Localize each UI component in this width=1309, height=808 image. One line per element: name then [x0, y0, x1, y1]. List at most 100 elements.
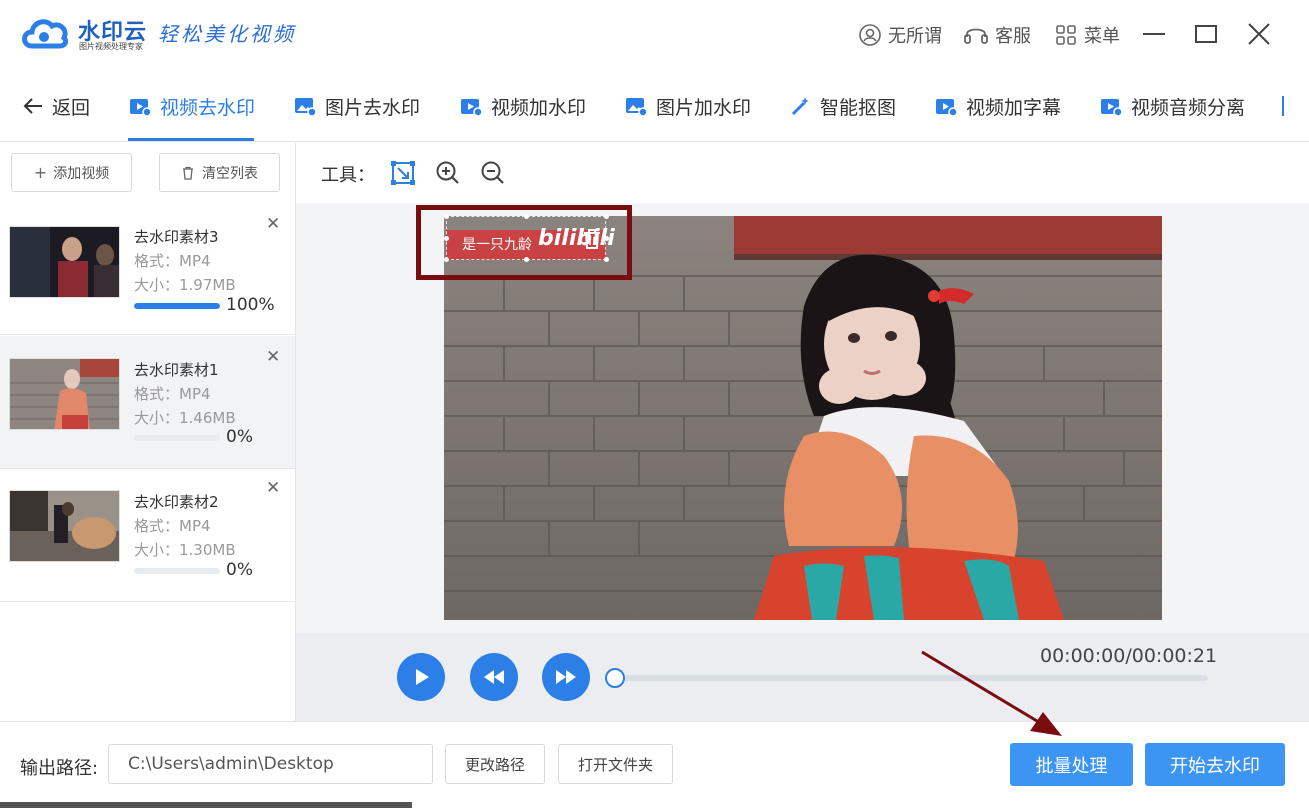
title-bar: 水印云 图片视频处理专家 轻松美化视频 无所谓 客服 菜单: [0, 0, 1309, 70]
maximize-button[interactable]: [1192, 20, 1220, 48]
file-progress-percent: 0%: [226, 427, 253, 447]
clear-list-button[interactable]: 清空列表: [159, 153, 280, 192]
resize-handle[interactable]: [604, 236, 609, 241]
video-thumbnail: [9, 358, 120, 430]
cloud-logo-icon: [22, 19, 69, 49]
zoom-in-icon: [436, 161, 459, 184]
trash-icon: [183, 166, 193, 180]
file-list-panel: + 添加视频 清空列表 去水印素材3 格式：MP4 大小：1.97MB 100%…: [0, 143, 296, 721]
resize-handle[interactable]: [444, 236, 449, 241]
resize-handle[interactable]: [604, 214, 609, 219]
file-format: 格式：MP4: [134, 385, 211, 403]
tab-smart-cutout[interactable]: 智能抠图: [790, 70, 896, 142]
tab-audio-separation[interactable]: 视频音频分离: [1099, 70, 1245, 142]
back-label: 返回: [52, 96, 91, 119]
tab-label: 视频音频分离: [1131, 96, 1246, 119]
subtitle-icon: [936, 99, 958, 117]
change-path-button[interactable]: 更改路径: [445, 744, 545, 784]
rewind-icon: [484, 670, 504, 684]
arrow-left-icon: [23, 98, 42, 114]
customer-service-button[interactable]: 客服: [963, 22, 1031, 48]
remove-file-button[interactable]: ✕: [266, 214, 280, 234]
output-path-label: 输出路径:: [20, 758, 99, 779]
file-size: 大小：1.30MB: [134, 541, 236, 559]
resize-handle[interactable]: [604, 257, 609, 262]
player-controls: 00:00:00/00:00:21: [296, 633, 1309, 721]
file-name: 去水印素材2: [134, 493, 219, 511]
slogan: 轻松美化视频: [158, 22, 296, 46]
zoom-out-button[interactable]: [479, 159, 507, 187]
menu-button[interactable]: 菜单: [1054, 22, 1120, 48]
add-video-button[interactable]: + 添加视频: [11, 153, 132, 192]
trash-icon: [584, 229, 600, 249]
output-path-field[interactable]: C:\Users\admin\Desktop: [108, 744, 433, 784]
tab-video-add-watermark[interactable]: 视频加水印: [459, 70, 586, 142]
tab-label: 视频加水印: [491, 96, 587, 119]
add-video-label: 添加视频: [53, 165, 110, 182]
resize-handle[interactable]: [444, 257, 449, 262]
select-area-tool[interactable]: [389, 159, 417, 187]
remove-file-button[interactable]: ✕: [266, 347, 280, 367]
play-button[interactable]: [397, 653, 445, 701]
tab-video-remove-watermark[interactable]: 视频去水印: [128, 70, 255, 142]
minimize-button[interactable]: [1140, 20, 1168, 48]
file-name: 去水印素材3: [134, 228, 219, 246]
minimize-icon: [1143, 33, 1165, 35]
zoom-in-button[interactable]: [434, 159, 462, 187]
file-list-item[interactable]: 去水印素材3 格式：MP4 大小：1.97MB 100% ✕: [0, 202, 295, 335]
resize-handle[interactable]: [524, 214, 529, 219]
tab-label: 智能抠图: [820, 96, 897, 119]
file-size: 大小：1.97MB: [134, 276, 236, 294]
image-icon: [295, 98, 317, 117]
user-label: 无所谓: [888, 26, 942, 47]
remove-file-button[interactable]: ✕: [266, 478, 280, 498]
maximize-icon: [1195, 25, 1217, 43]
file-size: 大小：1.46MB: [134, 409, 236, 427]
file-name: 去水印素材1: [134, 361, 219, 379]
menu-label: 菜单: [1084, 26, 1120, 47]
image-add-icon: [626, 98, 648, 117]
tab-label: 视频去水印: [160, 96, 256, 119]
close-window-button[interactable]: [1245, 20, 1273, 48]
zoom-out-icon: [481, 161, 504, 184]
service-label: 客服: [995, 26, 1031, 47]
watermark-text: 是一只九龄: [462, 237, 532, 253]
batch-process-button[interactable]: 批量处理: [1010, 743, 1133, 786]
start-remove-watermark-button[interactable]: 开始去水印: [1145, 743, 1285, 786]
video-thumbnail: [9, 226, 120, 298]
headset-icon: [964, 28, 988, 44]
plus-icon: +: [33, 163, 48, 182]
rewind-button[interactable]: [470, 653, 518, 701]
tab-label: 视频加字幕: [966, 96, 1062, 119]
brand-subtitle: 图片视频处理专家: [79, 42, 143, 51]
file-list-item[interactable]: 去水印素材2 格式：MP4 大小：1.30MB 0% ✕: [0, 469, 295, 602]
feature-nav: 返回 视频去水印 图片去水印 视频加水印 图片加水印 智能抠图 视频加字幕 视频…: [0, 70, 1309, 142]
open-folder-button[interactable]: 打开文件夹: [558, 744, 673, 784]
user-icon: [859, 24, 881, 46]
timecode: 00:00:00/00:00:21: [1040, 645, 1218, 667]
select-box-icon: [391, 161, 415, 185]
back-button[interactable]: 返回: [22, 70, 90, 142]
file-list-item[interactable]: 去水印素材1 格式：MP4 大小：1.46MB 0% ✕: [0, 336, 295, 469]
user-account-button[interactable]: 无所谓: [858, 22, 942, 48]
clear-list-label: 清空列表: [202, 165, 258, 182]
delete-selection-button[interactable]: [582, 228, 602, 254]
seek-handle[interactable]: [605, 668, 625, 688]
play-icon: [416, 669, 429, 685]
file-progress-percent: 100%: [226, 295, 275, 315]
fast-forward-button[interactable]: [542, 653, 590, 701]
tab-image-add-watermark[interactable]: 图片加水印: [624, 70, 751, 142]
seek-bar[interactable]: [614, 675, 1208, 681]
magic-wand-icon: [791, 97, 809, 116]
resize-handle[interactable]: [444, 214, 449, 219]
file-progress-percent: 0%: [226, 560, 253, 580]
resize-handle[interactable]: [524, 257, 529, 262]
video-thumbnail: [9, 490, 120, 562]
output-bar: 输出路径: C:\Users\admin\Desktop 更改路径 打开文件夹 …: [0, 721, 1309, 808]
file-format: 格式：MP4: [134, 252, 211, 270]
tab-image-remove-watermark[interactable]: 图片去水印: [293, 70, 420, 142]
audio-split-icon: [1101, 99, 1123, 117]
file-progress-bar: [134, 568, 220, 574]
tab-video-subtitle[interactable]: 视频加字幕: [934, 70, 1061, 142]
tool-row: 工具：: [296, 143, 1309, 203]
